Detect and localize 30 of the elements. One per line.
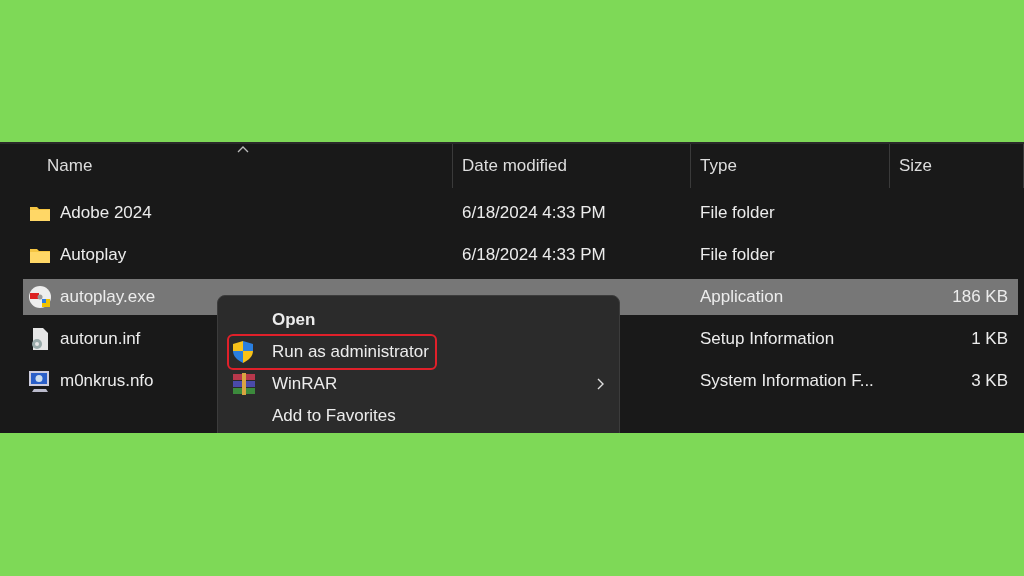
size-text: 3 KB [971,371,1008,391]
file-name: Adobe 2024 [60,203,152,223]
monitor-icon [28,369,52,393]
type-text: Setup Information [700,329,835,349]
column-header[interactable]: Type [691,144,890,188]
menu-item[interactable]: WinRAR [218,368,619,400]
chevron-right-icon [597,378,604,390]
date-text: 6/18/2024 4:33 PM [462,203,606,223]
type-text: System Information F... [700,371,874,391]
size-text: 186 KB [952,287,1008,307]
file-name: autorun.inf [60,329,141,349]
file-name: Autoplay [60,245,127,265]
menu-item[interactable]: Add to Favorites [218,400,619,432]
type-text: Application [700,287,784,307]
shield-icon [232,340,254,364]
column-header[interactable]: Size [890,144,1024,188]
menu-item[interactable]: Open [218,304,619,336]
type-text: File folder [700,245,775,265]
folder-icon [28,246,52,264]
books-icon [232,373,256,395]
type-text: File folder [700,203,775,223]
file-name: m0nkrus.nfo [60,371,154,391]
column-header[interactable]: Date modified [453,144,691,188]
size-text: 1 KB [971,329,1008,349]
menu-item[interactable]: Run as administrator [227,334,437,370]
file-name: autoplay.exe [60,287,156,307]
disc-icon [28,285,52,309]
folder-icon [28,204,52,222]
date-text: 6/18/2024 4:33 PM [462,245,606,265]
column-header[interactable]: Name [0,144,453,188]
